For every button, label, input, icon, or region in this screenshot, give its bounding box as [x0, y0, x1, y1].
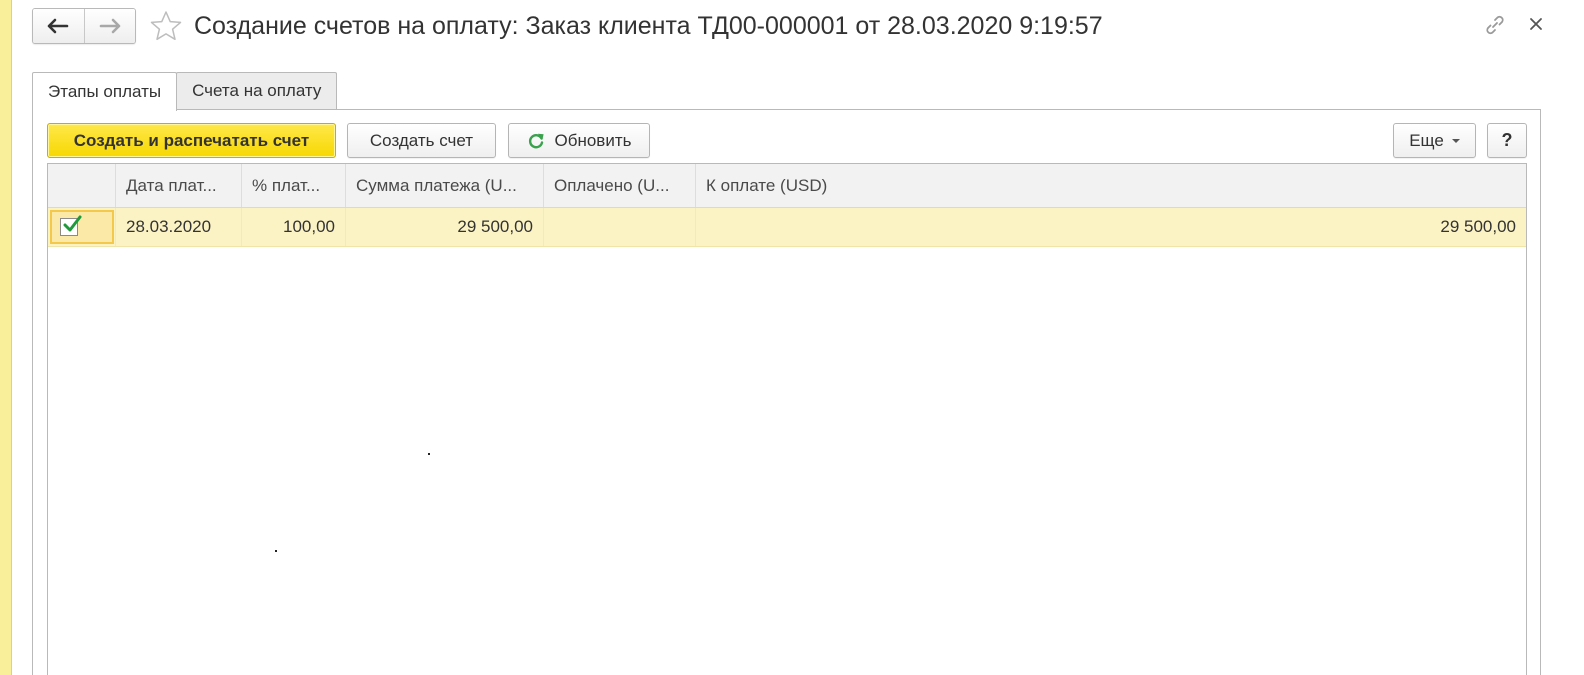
refresh-icon — [528, 133, 544, 148]
row-check-cell — [48, 208, 116, 246]
row-checkbox[interactable] — [59, 215, 81, 236]
button-label: Еще — [1409, 130, 1444, 150]
tab-label: Счета на оплату — [192, 81, 322, 100]
star-icon[interactable] — [150, 10, 182, 42]
arrow-right-icon — [99, 18, 121, 34]
button-label: Создать и распечатать счет — [73, 130, 310, 150]
button-label: Создать счет — [369, 130, 474, 150]
cell-to-pay: 29 500,00 — [1440, 217, 1516, 236]
stray-pixel — [275, 550, 277, 552]
payment-stages-table[interactable]: Дата плат... % плат... Сумма платежа (U.… — [47, 163, 1527, 675]
cell-percent: 100,00 — [242, 208, 346, 246]
page-title: Создание счетов на оплату: Заказ клиента… — [194, 12, 1103, 40]
column-header-check[interactable] — [48, 164, 116, 207]
tab-invoices[interactable]: Счета на оплату — [176, 72, 338, 109]
chevron-down-icon — [1451, 138, 1460, 143]
refresh-button[interactable]: Обновить — [508, 123, 650, 158]
cell-paid — [544, 208, 696, 246]
table-row[interactable]: 28.03.2020 100,00 29 500,00 29 500,00 — [48, 208, 1526, 247]
column-header-amount[interactable]: Сумма платежа (U... — [346, 164, 544, 207]
more-menu-button[interactable]: Еще — [1393, 123, 1476, 158]
arrow-left-icon — [47, 18, 69, 34]
column-header-to-pay[interactable]: К оплате (USD) — [696, 164, 1526, 207]
column-header-percent[interactable]: % плат... — [242, 164, 346, 207]
tab-label: Этапы оплаты — [48, 82, 162, 101]
cell-date: 28.03.2020 — [116, 208, 242, 246]
tab-payment-stages[interactable]: Этапы оплаты — [32, 72, 178, 111]
column-header-paid[interactable]: Оплачено (U... — [544, 164, 696, 207]
tab-bar: Этапы оплаты Счета на оплату — [32, 72, 338, 111]
help-button[interactable]: ? — [1487, 123, 1527, 158]
stray-pixel — [428, 453, 430, 455]
create-and-print-invoice-button[interactable]: Создать и распечатать счет — [47, 123, 336, 158]
back-button[interactable] — [33, 9, 84, 43]
app-window: Создание счетов на оплату: Заказ клиента… — [0, 0, 1584, 675]
table-header: Дата плат... % плат... Сумма платежа (U.… — [48, 164, 1526, 208]
column-header-date[interactable]: Дата плат... — [116, 164, 242, 207]
history-nav — [32, 8, 136, 44]
button-label: ? — [1501, 130, 1513, 150]
close-icon[interactable] — [1527, 15, 1545, 33]
check-cell-focus — [49, 210, 114, 244]
forward-button[interactable] — [83, 9, 135, 43]
create-invoice-button[interactable]: Создать счет — [347, 123, 496, 158]
cell-amount: 29 500,00 — [346, 208, 544, 246]
checkmark-icon — [63, 215, 81, 232]
button-label: Обновить — [554, 130, 632, 150]
left-panel-strip — [0, 0, 12, 675]
link-icon[interactable] — [1484, 14, 1506, 36]
